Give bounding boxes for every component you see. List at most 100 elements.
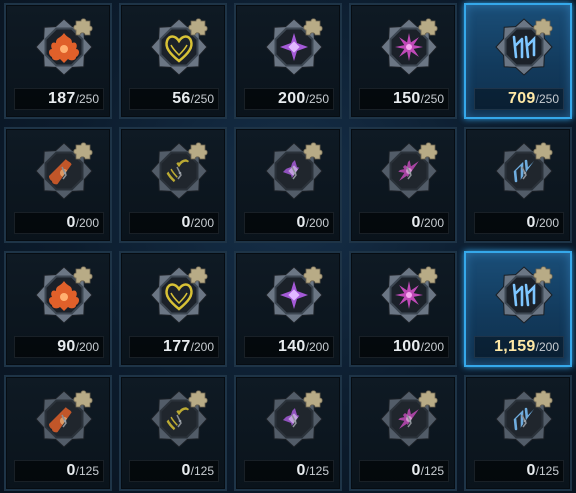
material-slot[interactable]: 0/200	[349, 127, 457, 243]
count-current: 0	[66, 214, 76, 231]
fire-rune-icon	[32, 13, 96, 77]
heart-rune-icon	[147, 261, 211, 325]
count-current: 140	[278, 338, 306, 355]
material-count: 0/200	[359, 212, 449, 234]
material-slot[interactable]: 187/250	[4, 3, 112, 119]
count-current: 0	[411, 214, 421, 231]
count-current: 0	[181, 214, 191, 231]
material-count: 177/200	[129, 336, 219, 358]
material-slot[interactable]: 140/200	[234, 251, 342, 367]
count-max: /200	[535, 340, 559, 354]
material-slot[interactable]: 150/250	[349, 3, 457, 119]
fire-rune-icon	[32, 385, 96, 449]
count-max: /200	[190, 216, 214, 230]
count-current: 709	[508, 90, 536, 107]
ice-rune-icon	[492, 13, 556, 77]
count-max: /200	[190, 340, 214, 354]
count-current: 0	[66, 462, 76, 479]
material-slot[interactable]: 0/200	[119, 127, 227, 243]
material-count: 90/200	[14, 336, 104, 358]
material-count: 1,159/200	[474, 336, 564, 358]
star-rune-icon	[377, 13, 441, 77]
count-current: 56	[172, 90, 191, 107]
fire-rune-icon	[32, 261, 96, 325]
material-count: 150/250	[359, 88, 449, 110]
material-count: 0/125	[14, 460, 104, 482]
material-slot[interactable]: 0/200	[4, 127, 112, 243]
material-slot[interactable]: 0/200	[464, 127, 572, 243]
cross-rune-icon	[262, 261, 326, 325]
count-max: /200	[305, 340, 329, 354]
count-current: 177	[163, 338, 191, 355]
count-current: 0	[526, 214, 536, 231]
count-current: 200	[278, 90, 306, 107]
material-slot[interactable]: 0/200	[234, 127, 342, 243]
cross-rune-icon	[262, 385, 326, 449]
material-slot[interactable]: 0/125	[464, 375, 572, 491]
count-max: /200	[420, 340, 444, 354]
count-max: /250	[420, 92, 444, 106]
material-slot[interactable]: 0/125	[349, 375, 457, 491]
material-slot[interactable]: 709/250	[464, 3, 572, 119]
ice-rune-icon	[492, 385, 556, 449]
fire-rune-icon	[32, 137, 96, 201]
count-max: /125	[75, 464, 99, 478]
count-max: /200	[535, 216, 559, 230]
count-current: 0	[411, 462, 421, 479]
count-max: /200	[305, 216, 329, 230]
star-rune-icon	[377, 385, 441, 449]
material-count: 0/125	[129, 460, 219, 482]
material-count: 0/200	[129, 212, 219, 234]
cross-rune-icon	[262, 13, 326, 77]
material-slot[interactable]: 200/250	[234, 3, 342, 119]
count-max: /200	[75, 216, 99, 230]
material-grid: 187/250 56/250 200/250 150/250 709/250 0…	[4, 3, 576, 493]
ice-rune-icon	[492, 261, 556, 325]
material-count: 709/250	[474, 88, 564, 110]
count-max: /200	[75, 340, 99, 354]
material-count: 0/200	[244, 212, 334, 234]
material-slot[interactable]: 1,159/200	[464, 251, 572, 367]
material-count: 187/250	[14, 88, 104, 110]
star-rune-icon	[377, 261, 441, 325]
count-max: /125	[420, 464, 444, 478]
count-current: 150	[393, 90, 421, 107]
count-current: 187	[48, 90, 76, 107]
heart-rune-icon	[147, 13, 211, 77]
material-count: 140/200	[244, 336, 334, 358]
material-count: 0/125	[474, 460, 564, 482]
material-slot[interactable]: 0/125	[4, 375, 112, 491]
material-count: 100/200	[359, 336, 449, 358]
star-rune-icon	[377, 137, 441, 201]
count-current: 90	[57, 338, 76, 355]
count-current: 1,159	[494, 338, 536, 355]
material-count: 0/200	[14, 212, 104, 234]
count-max: /250	[535, 92, 559, 106]
count-max: /250	[190, 92, 214, 106]
material-count: 0/125	[359, 460, 449, 482]
ice-rune-icon	[492, 137, 556, 201]
material-slot[interactable]: 100/200	[349, 251, 457, 367]
material-count: 56/250	[129, 88, 219, 110]
count-current: 100	[393, 338, 421, 355]
material-slot[interactable]: 0/125	[119, 375, 227, 491]
material-slot[interactable]: 90/200	[4, 251, 112, 367]
count-max: /200	[420, 216, 444, 230]
material-count: 0/200	[474, 212, 564, 234]
heart-rune-icon	[147, 137, 211, 201]
material-slot[interactable]: 56/250	[119, 3, 227, 119]
count-max: /125	[190, 464, 214, 478]
material-count: 0/125	[244, 460, 334, 482]
cross-rune-icon	[262, 137, 326, 201]
count-current: 0	[296, 214, 306, 231]
count-max: /250	[75, 92, 99, 106]
heart-rune-icon	[147, 385, 211, 449]
material-slot[interactable]: 177/200	[119, 251, 227, 367]
count-max: /125	[535, 464, 559, 478]
count-current: 0	[296, 462, 306, 479]
count-current: 0	[526, 462, 536, 479]
count-max: /250	[305, 92, 329, 106]
material-count: 200/250	[244, 88, 334, 110]
material-slot[interactable]: 0/125	[234, 375, 342, 491]
count-max: /125	[305, 464, 329, 478]
